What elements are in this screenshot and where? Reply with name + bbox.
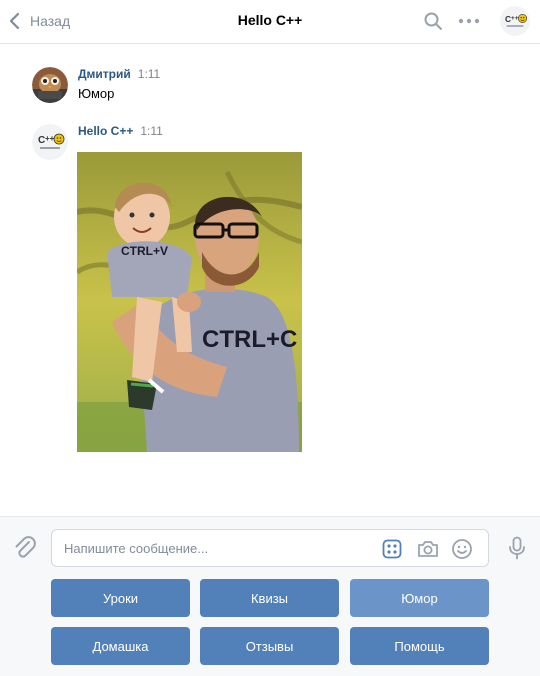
keyboard-button-homework[interactable]: Домашка [51, 627, 190, 665]
svg-text:++: ++ [511, 15, 519, 22]
chat-header: Назад Hello C++ C ++ [0, 0, 540, 44]
community-avatar[interactable]: C ++ [32, 124, 68, 160]
message-author[interactable]: Hello C++ [78, 124, 133, 138]
microphone-icon[interactable] [506, 536, 528, 560]
message-input-container [51, 529, 489, 567]
man-shirt-text: CTRL+C [202, 326, 297, 353]
attach-icon[interactable] [12, 535, 38, 561]
user-avatar[interactable] [32, 67, 68, 103]
keyboard-button-quizzes[interactable]: Квизы [200, 579, 339, 617]
keyboard-button-reviews[interactable]: Отзывы [200, 627, 339, 665]
keyboard-button-humor[interactable]: Юмор [350, 579, 489, 617]
message-time: 1:11 [137, 67, 161, 81]
svg-text:++: ++ [45, 134, 55, 143]
photo-image: CTRL+C CTRL+V [77, 152, 302, 452]
chevron-left-icon [9, 12, 20, 30]
search-icon[interactable] [422, 10, 444, 32]
community-avatar[interactable]: C ++ [500, 6, 530, 36]
camera-icon[interactable] [417, 538, 439, 560]
bot-keyboard-icon[interactable] [381, 538, 403, 560]
message-time: 1:11 [140, 124, 163, 138]
child-shirt-text: CTRL+V [121, 244, 168, 258]
message-item: Дмитрий 1:11 Юмор [32, 67, 160, 103]
message-author[interactable]: Дмитрий [78, 67, 131, 81]
message-text: Юмор [78, 86, 115, 101]
owl-avatar-icon [32, 67, 68, 103]
cpp-logo-icon: C ++ [500, 6, 530, 36]
more-icon[interactable] [458, 10, 480, 32]
photo-attachment[interactable]: CTRL+C CTRL+V [77, 152, 302, 452]
keyboard-button-lessons[interactable]: Уроки [51, 579, 190, 617]
cpp-logo-icon: C ++ [32, 124, 68, 160]
back-label: Назад [30, 13, 71, 29]
message-input[interactable] [64, 530, 364, 566]
back-button[interactable]: Назад [8, 10, 70, 32]
emoji-icon[interactable] [451, 538, 473, 560]
keyboard-button-help[interactable]: Помощь [350, 627, 489, 665]
